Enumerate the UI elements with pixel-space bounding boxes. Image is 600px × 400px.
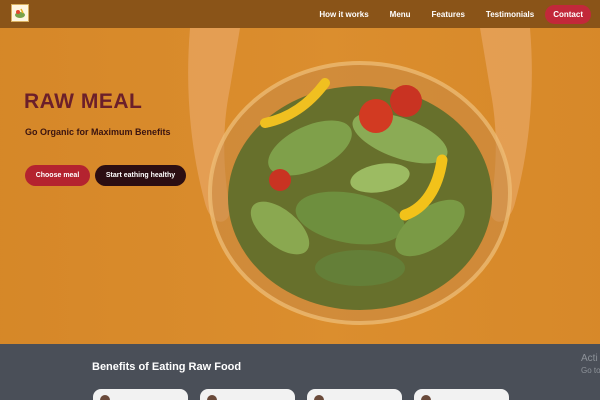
salad-bowl-image — [188, 28, 532, 325]
watermark-line2: Go to — [581, 366, 600, 375]
benefit-icon — [207, 395, 217, 400]
hero-section: RAW MEAL Go Organic for Maximum Benefits… — [0, 28, 600, 344]
top-nav: How it works Menu Features Testimonials … — [0, 0, 600, 28]
benefit-card[interactable] — [200, 389, 295, 400]
benefit-icon — [314, 395, 324, 400]
nav-links: How it works Menu Features Testimonials … — [298, 0, 591, 28]
watermark-line1: Acti — [581, 353, 598, 364]
start-eating-healthy-button[interactable]: Start eathing healthy — [95, 165, 186, 186]
contact-button[interactable]: Contact — [545, 4, 591, 24]
choose-meal-button[interactable]: Choose meal — [25, 165, 90, 186]
nav-link-features[interactable]: Features — [432, 10, 465, 19]
benefit-card[interactable] — [307, 389, 402, 400]
nav-link-how-it-works[interactable]: How it works — [319, 10, 368, 19]
benefits-section: Benefits of Eating Raw Food Acti Go to — [0, 344, 600, 400]
hero-title: RAW MEAL — [24, 90, 143, 113]
benefit-icon — [421, 395, 431, 400]
benefit-icon — [100, 395, 110, 400]
nav-link-testimonials[interactable]: Testimonials — [486, 10, 534, 19]
nav-link-menu[interactable]: Menu — [390, 10, 411, 19]
hero-subtitle: Go Organic for Maximum Benefits — [25, 127, 171, 137]
benefits-title: Benefits of Eating Raw Food — [92, 361, 242, 373]
activate-windows-watermark: Acti Go to — [581, 353, 600, 375]
benefit-card[interactable] — [93, 389, 188, 400]
salad-logo-icon[interactable] — [11, 4, 29, 22]
benefit-card[interactable] — [414, 389, 509, 400]
